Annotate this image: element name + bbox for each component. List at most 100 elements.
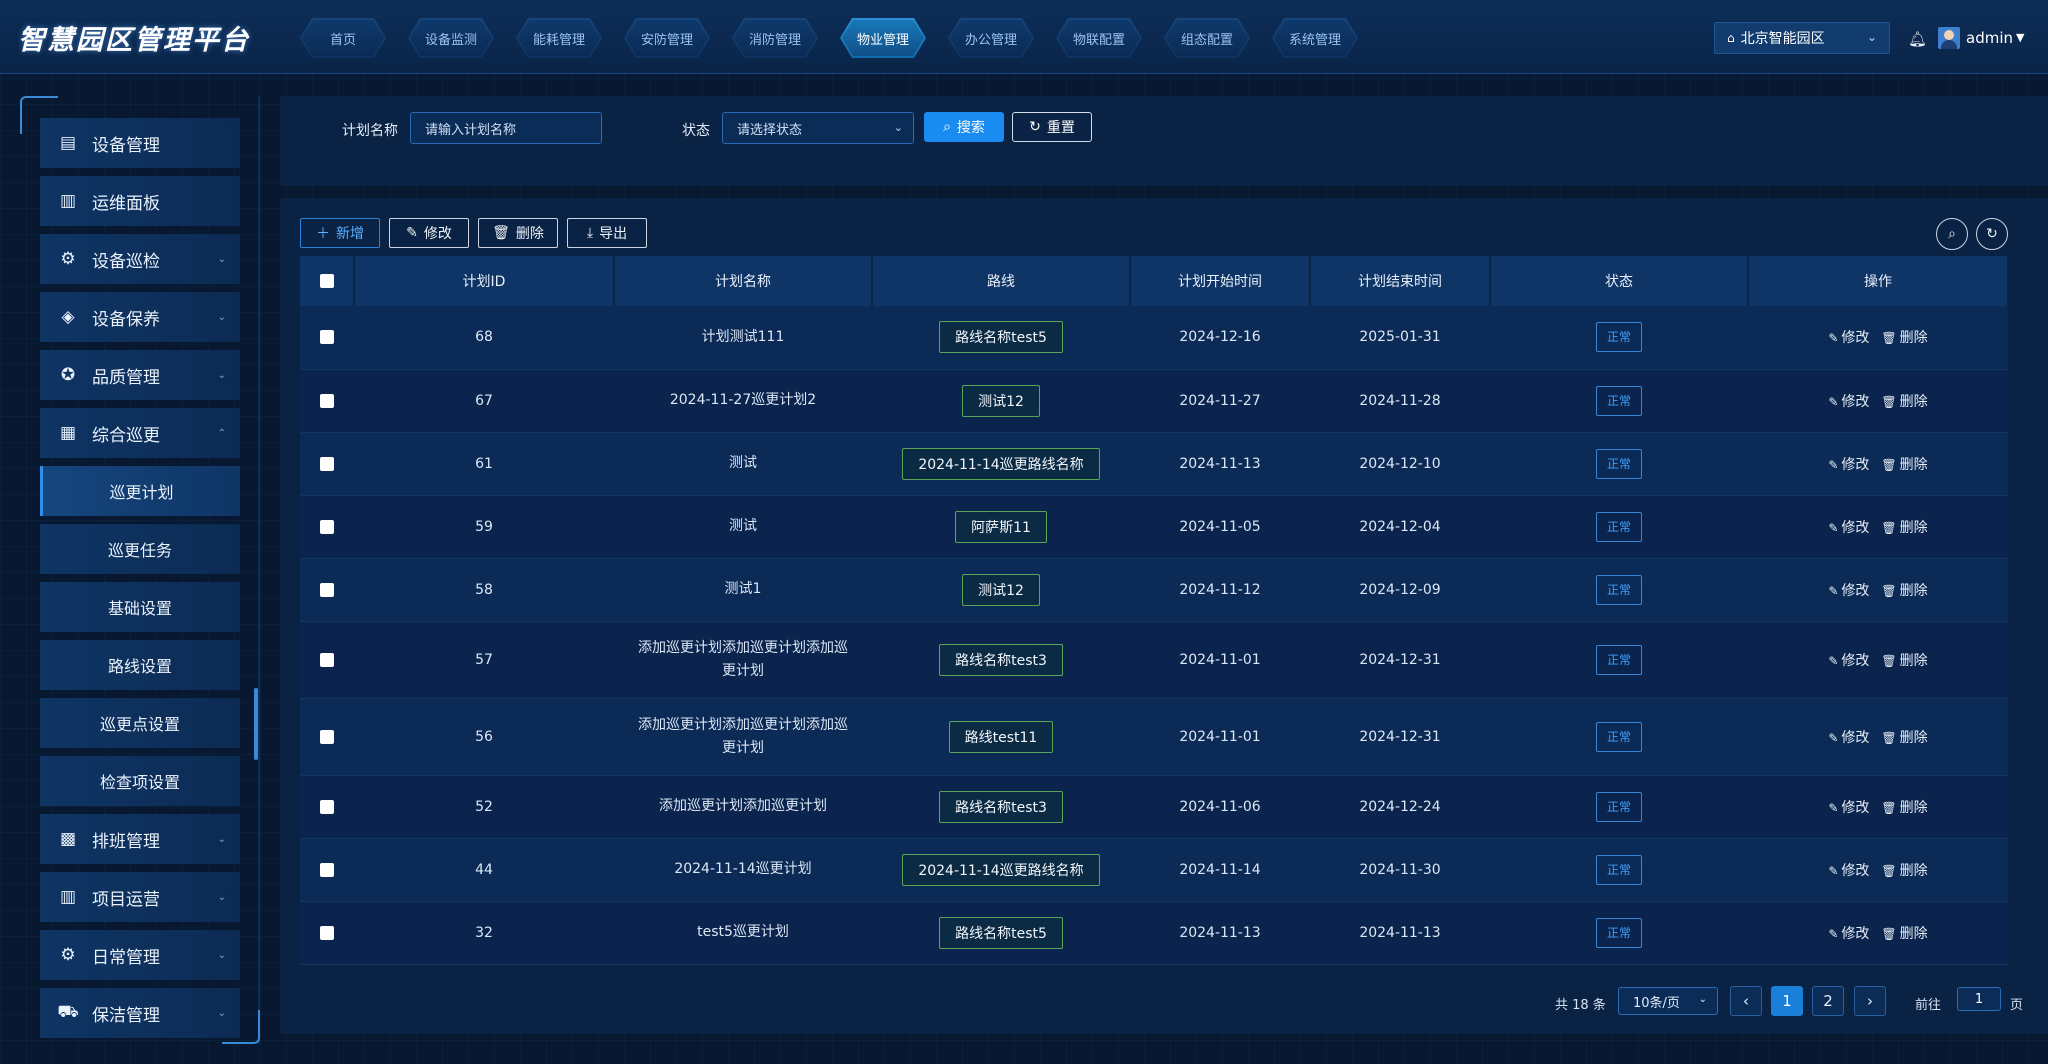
search-button[interactable]: ⌕ 搜索 — [924, 112, 1004, 142]
row-edit-link[interactable]: ✎ 修改 — [1828, 583, 1869, 599]
table-row[interactable]: 56 添加巡更计划添加巡更计划添加巡更计划 路线test11 2024-11-01 20… — [300, 698, 2008, 776]
sidebar-menu-item[interactable]: ▤ 设备管理 — [40, 118, 240, 168]
row-select-cell[interactable] — [300, 901, 354, 965]
row-edit-link[interactable]: ✎ 修改 — [1828, 653, 1869, 669]
row-checkbox[interactable] — [320, 729, 334, 744]
caret-down-icon[interactable]: ▼ — [2016, 31, 2024, 44]
nav-item[interactable]: 设备监测 — [408, 18, 494, 58]
sidebar-menu-item[interactable]: ▥ 运维面板 — [40, 176, 240, 226]
nav-item[interactable]: 组态配置 — [1164, 18, 1250, 58]
sidebar-menu-item[interactable]: ◈ 设备保养 ⌄ — [40, 292, 240, 342]
search-toggle-button[interactable]: ⌕ — [1936, 218, 1968, 250]
nav-item[interactable]: 物联配置 — [1056, 18, 1142, 58]
row-delete-link[interactable]: 🗑︎ 删除 — [1881, 926, 1927, 942]
prev-page-button[interactable]: ‹ — [1730, 986, 1762, 1016]
row-delete-link[interactable]: 🗑︎ 删除 — [1881, 653, 1927, 669]
row-select-cell[interactable] — [300, 558, 354, 622]
reset-button[interactable]: ↻ 重置 — [1012, 112, 1092, 142]
sidebar-sub-item[interactable]: 巡更点设置 — [40, 698, 240, 748]
sidebar-sub-item[interactable]: 巡更任务 — [40, 524, 240, 574]
row-delete-link[interactable]: 🗑︎ 删除 — [1881, 457, 1927, 473]
edit-button[interactable]: ✎ 修改 — [389, 218, 469, 248]
row-delete-link[interactable]: 🗑︎ 删除 — [1881, 800, 1927, 816]
row-checkbox[interactable] — [320, 393, 334, 408]
park-select[interactable]: ⌂ 北京智能园区 ⌄ — [1714, 22, 1890, 54]
row-select-cell[interactable] — [300, 306, 354, 370]
row-delete-link[interactable]: 🗑︎ 删除 — [1881, 730, 1927, 746]
goto-page-input[interactable]: 1 — [1957, 987, 2001, 1011]
table-row[interactable]: 68 计划测试111 路线名称test5 2024-12-16 2025-01-31 正常… — [300, 306, 2008, 370]
export-button[interactable]: ⤓ 导出 — [567, 218, 647, 248]
row-select-cell[interactable] — [300, 432, 354, 496]
sidebar-menu-item[interactable]: ✪ 品质管理 ⌄ — [40, 350, 240, 400]
row-delete-link[interactable]: 🗑︎ 删除 — [1881, 863, 1927, 879]
sidebar-scrollbar[interactable] — [254, 688, 258, 760]
row-edit-link[interactable]: ✎ 修改 — [1828, 926, 1869, 942]
row-checkbox[interactable] — [320, 519, 334, 534]
sidebar-menu-item[interactable]: ▦ 综合巡更 ⌃ — [40, 408, 240, 458]
row-edit-link[interactable]: ✎ 修改 — [1828, 800, 1869, 816]
table-row[interactable]: 57 添加巡更计划添加巡更计划添加巡更计划 路线名称test3 2024-11-01 2… — [300, 621, 2008, 699]
sidebar-menu-item[interactable]: ⚙ 日常管理 ⌄ — [40, 930, 240, 980]
next-page-button[interactable]: › — [1854, 986, 1886, 1016]
sidebar-menu-item[interactable]: ⛟ 保洁管理 ⌄ — [40, 988, 240, 1038]
row-checkbox[interactable] — [320, 652, 334, 667]
table-row[interactable]: 52 添加巡更计划添加巡更计划 路线名称test3 2024-11-06 2024-12… — [300, 775, 2008, 839]
row-select-cell[interactable] — [300, 698, 354, 776]
row-select-cell[interactable] — [300, 621, 354, 699]
row-delete-link[interactable]: 🗑︎ 删除 — [1881, 394, 1927, 410]
table-row[interactable]: 67 2024-11-27巡更计划2 测试12 2024-11-27 2024-11-2… — [300, 369, 2008, 433]
avatar[interactable] — [1938, 27, 1960, 49]
table-row[interactable]: 61 测试 2024-11-14巡更路线名称 2024-11-13 2024-12-10… — [300, 432, 2008, 496]
plan-name-input[interactable]: 请输入计划名称 — [410, 112, 602, 144]
row-edit-link[interactable]: ✎ 修改 — [1828, 730, 1869, 746]
row-delete-link[interactable]: 🗑︎ 删除 — [1881, 330, 1927, 346]
row-edit-link[interactable]: ✎ 修改 — [1828, 330, 1869, 346]
row-checkbox[interactable] — [320, 330, 334, 345]
sidebar-menu-item[interactable]: ⚙ 设备巡检 ⌄ — [40, 234, 240, 284]
bell-icon[interactable]: 🔔︎ — [1908, 30, 1927, 48]
row-checkbox[interactable] — [320, 862, 334, 877]
row-delete-link[interactable]: 🗑︎ 删除 — [1881, 520, 1927, 536]
row-edit-link[interactable]: ✎ 修改 — [1828, 520, 1869, 536]
table-row[interactable]: 32 test5巡更计划 路线名称test5 2024-11-13 2024-11-13… — [300, 901, 2008, 965]
row-checkbox[interactable] — [320, 582, 334, 597]
nav-item[interactable]: 能耗管理 — [516, 18, 602, 58]
sidebar-sub-item[interactable]: 巡更计划 — [40, 466, 240, 516]
row-checkbox[interactable] — [320, 925, 334, 940]
row-select-cell[interactable] — [300, 775, 354, 839]
nav-item[interactable]: 系统管理 — [1272, 18, 1358, 58]
status-select[interactable]: 请选择状态 ⌄ — [722, 112, 914, 144]
sidebar-sub-item[interactable]: 路线设置 — [40, 640, 240, 690]
sidebar-menu-item[interactable]: ▩ 排班管理 ⌄ — [40, 814, 240, 864]
nav-item[interactable]: 安防管理 — [624, 18, 710, 58]
delete-button[interactable]: 🗑︎ 删除 — [478, 218, 558, 248]
row-select-cell[interactable] — [300, 838, 354, 902]
row-edit-link[interactable]: ✎ 修改 — [1828, 457, 1869, 473]
page-button-1[interactable]: 1 — [1771, 986, 1803, 1016]
page-size-select[interactable]: 10条/页 ⌄ — [1618, 987, 1718, 1015]
refresh-button[interactable]: ↻ — [1976, 218, 2008, 250]
row-checkbox[interactable] — [320, 799, 334, 814]
row-delete-link[interactable]: 🗑︎ 删除 — [1881, 583, 1927, 599]
row-select-cell[interactable] — [300, 495, 354, 559]
nav-item[interactable]: 消防管理 — [732, 18, 818, 58]
nav-item[interactable]: 办公管理 — [948, 18, 1034, 58]
user-name[interactable]: admin — [1966, 29, 2013, 47]
table-row[interactable]: 59 测试 阿萨斯11 2024-11-05 2024-12-04 正常 ✎ 修改 🗑︎ 删除 — [300, 495, 2008, 559]
row-edit-link[interactable]: ✎ 修改 — [1828, 394, 1869, 410]
nav-item[interactable]: 首页 — [300, 18, 386, 58]
select-all-checkbox[interactable] — [319, 274, 334, 288]
table-row[interactable]: 58 测试1 测试12 2024-11-12 2024-12-09 正常 ✎ 修改 🗑︎ 删除 — [300, 558, 2008, 622]
nav-item[interactable]: 物业管理 — [840, 18, 926, 58]
sidebar-menu-item[interactable]: ▥ 项目运营 ⌄ — [40, 872, 240, 922]
select-all-cell[interactable] — [300, 256, 355, 306]
row-select-cell[interactable] — [300, 369, 354, 433]
table-row[interactable]: 44 2024-11-14巡更计划 2024-11-14巡更路线名称 2024-11-… — [300, 838, 2008, 902]
sidebar-sub-item[interactable]: 检查项设置 — [40, 756, 240, 806]
sidebar-sub-item[interactable]: 基础设置 — [40, 582, 240, 632]
row-checkbox[interactable] — [320, 456, 334, 471]
page-button-2[interactable]: 2 — [1812, 986, 1844, 1016]
add-button[interactable]: ＋ 新增 — [300, 218, 380, 248]
row-edit-link[interactable]: ✎ 修改 — [1828, 863, 1869, 879]
